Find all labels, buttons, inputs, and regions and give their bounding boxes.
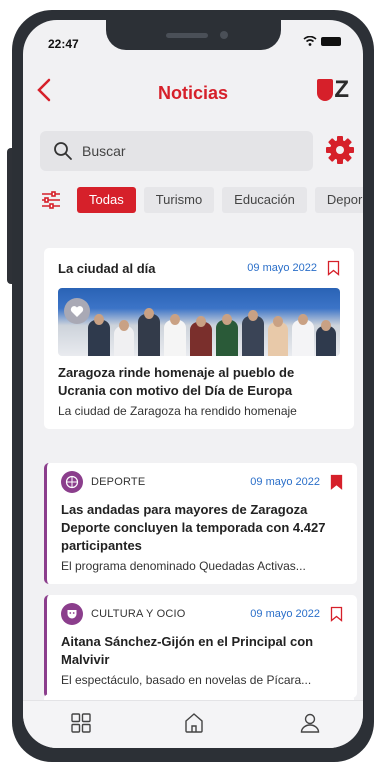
bookmark-icon[interactable] <box>330 606 343 622</box>
shield-icon <box>317 79 334 101</box>
card-summary: El programa denominado Quedadas Activas.… <box>61 559 306 573</box>
card-date: 09 mayo 2022 <box>250 608 320 620</box>
favorite-button[interactable] <box>64 298 90 324</box>
grid-icon[interactable] <box>69 711 93 735</box>
page-title: Noticias <box>157 83 229 103</box>
filter-chip-educacion[interactable]: Educación <box>222 187 307 213</box>
user-icon[interactable] <box>298 711 322 735</box>
app-screen: 22:47 Noticias Z Buscar Todas Turismo Ed… <box>23 20 363 748</box>
zaragoza-logo[interactable]: Z <box>317 78 349 102</box>
card-headline: Zaragoza rinde homenaje al pueblo de Ucr… <box>58 365 295 398</box>
category-icon <box>61 471 83 493</box>
news-card[interactable]: DEPORTE 09 mayo 2022 Las andadas para ma… <box>44 463 357 584</box>
theater-masks-icon <box>67 610 77 619</box>
card-category: CULTURA Y OCIO <box>91 608 186 620</box>
battery-icon <box>321 36 341 46</box>
camera <box>220 31 228 39</box>
basketball-icon <box>65 475 79 489</box>
home-icon[interactable] <box>182 711 206 735</box>
news-list: La ciudad al día 09 mayo 2022 Zaragoza r… <box>23 232 363 700</box>
category-icon <box>61 603 83 625</box>
news-card[interactable]: CULTURA Y OCIO 09 mayo 2022 Aitana Sánch… <box>44 595 357 698</box>
notch <box>106 20 281 50</box>
filter-bar: Todas Turismo Educación Depor <box>39 187 363 213</box>
bookmark-icon[interactable] <box>327 260 340 276</box>
heart-icon <box>70 305 84 317</box>
status-time: 22:47 <box>48 37 79 51</box>
filter-chip-turismo[interactable]: Turismo <box>143 187 215 213</box>
card-section-title: La ciudad al día <box>58 260 156 276</box>
gear-icon[interactable] <box>325 135 355 165</box>
filter-chip-deportes[interactable]: Depor <box>314 187 363 213</box>
speaker <box>166 33 208 38</box>
news-photo <box>58 288 340 356</box>
card-category: DEPORTE <box>91 476 146 488</box>
logo-letter: Z <box>334 76 349 103</box>
wifi-icon <box>303 36 317 46</box>
filter-chip-todas[interactable]: Todas <box>77 187 136 213</box>
card-date: 09 mayo 2022 <box>247 262 317 274</box>
status-icons <box>303 36 341 46</box>
search-input[interactable]: Buscar <box>40 131 313 171</box>
search-icon <box>54 142 72 160</box>
sliders-icon[interactable] <box>39 188 63 212</box>
card-date: 09 mayo 2022 <box>250 476 320 488</box>
card-summary: La ciudad de Zaragoza ha rendido homenaj… <box>58 404 297 418</box>
search-placeholder: Buscar <box>82 143 126 159</box>
card-headline: Las andadas para mayores de Zaragoza Dep… <box>61 502 326 553</box>
card-headline: Aitana Sánchez-Gijón en el Principal con… <box>61 634 314 667</box>
news-card[interactable]: La ciudad al día 09 mayo 2022 Zaragoza r… <box>44 248 354 429</box>
bookmark-filled-icon[interactable] <box>330 474 343 490</box>
bottom-tab-bar <box>23 700 363 748</box>
